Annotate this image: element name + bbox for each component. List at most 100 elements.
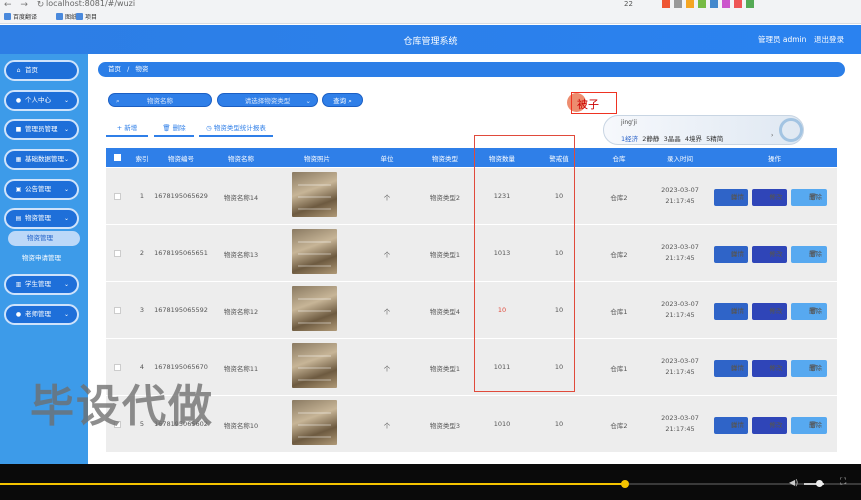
add-button[interactable]: + 新增 (106, 122, 148, 137)
detail-button[interactable]: ▤ 详情 (714, 360, 748, 377)
volume-icon[interactable]: ◀) (789, 478, 798, 487)
admin-label: 管理员 admin (758, 35, 807, 44)
sidebar-item-materials[interactable]: ▤ 物资管理 ⌄ (4, 208, 79, 229)
edit-button[interactable]: ✎ 修改 (752, 417, 787, 434)
table-row[interactable]: 5 1678195065602 物资名称10 个物资类型3 1010 10 仓库2 2023-… (106, 396, 837, 453)
search-input[interactable]: ⌕ 物资名称 (108, 93, 212, 107)
col-header: 操作 (768, 155, 781, 163)
ime-candidate[interactable]: 3晶晶 (664, 135, 681, 143)
bookmark-item[interactable]: 百度翻译 (4, 12, 37, 21)
cell-type: 物资类型1 (429, 365, 461, 373)
fullscreen-icon[interactable]: ⛶ (840, 477, 846, 487)
cell-name: 物资名称14 (223, 194, 259, 202)
cell-name: 物资名称13 (223, 251, 259, 259)
logout-link[interactable]: 退出登录 (814, 34, 844, 45)
detail-button[interactable]: ▤ 详情 (714, 189, 748, 206)
ime-candidate[interactable]: 4境界 (685, 135, 702, 143)
sidebar-item-home[interactable]: ⌂ 首页 (4, 60, 79, 81)
cell-name: 物资名称10 (223, 422, 259, 430)
row-checkbox[interactable] (114, 250, 121, 257)
extension-icon[interactable] (722, 0, 730, 8)
cell-index: 2 (139, 249, 145, 257)
zoom-indicator[interactable]: 22 (624, 0, 633, 8)
cell-time: 2023-03-07 21:17:45 (661, 300, 699, 319)
bookmark-icon (76, 13, 83, 20)
sidebar-item-profile[interactable]: ● 个人中心 ⌄ (4, 90, 79, 111)
delete-button[interactable]: 🗑 删除 (791, 189, 827, 206)
sidebar-item-basedata[interactable]: ▦ 基础数据管理 ⌄ (4, 149, 79, 170)
col-header: 录入时间 (667, 155, 693, 163)
stats-report-button[interactable]: ◷ 物资类型统计报表 (199, 122, 273, 137)
cell-warehouse: 仓库2 (610, 422, 628, 430)
browser-nav-icons[interactable]: ← → ↻ (4, 0, 47, 10)
student-icon: ▥ (15, 281, 22, 288)
col-header: 单位 (380, 155, 394, 163)
delete-button[interactable]: 🗑 删除 (791, 417, 827, 434)
delete-selected-button[interactable]: 🗑 删除 (154, 122, 194, 137)
sidebar-item-students[interactable]: ▥ 学生管理 ⌄ (4, 274, 79, 295)
cell-qty: 1010 (493, 420, 511, 428)
cell-time: 2023-03-07 21:17:45 (661, 186, 699, 205)
address-bar[interactable]: localhost:8081/#/wuzi (46, 0, 135, 8)
ime-candidate[interactable]: 5精简 (706, 135, 723, 143)
delete-button[interactable]: 🗑 删除 (791, 360, 827, 377)
teacher-icon: ● (15, 311, 22, 318)
ime-skin-ornament-icon (779, 118, 803, 142)
extension-icon[interactable] (710, 0, 718, 8)
table-row[interactable]: 1 1678195065629 物资名称14 个物资类型2 1231 10 仓库2 2023-… (106, 168, 837, 225)
sidebar-subitem-applications[interactable]: 物资申请管理 (8, 252, 80, 264)
cell-warehouse: 仓库1 (610, 308, 628, 316)
table-row[interactable]: 2 1678195065651 物资名称13 个物资类型1 1013 10 仓库2 2023-… (106, 225, 837, 282)
seek-progress (0, 483, 626, 485)
delete-button[interactable]: 🗑 删除 (791, 246, 827, 263)
seek-handle[interactable] (621, 480, 630, 488)
sidebar-subitem-materials[interactable]: 物资管理 (8, 231, 80, 246)
ime-candidates: 1经济 2静静 3晶晶 4境界 5精简 (621, 133, 723, 143)
extension-icon[interactable] (698, 0, 706, 8)
detail-button[interactable]: ▤ 详情 (714, 303, 748, 320)
extension-icon[interactable] (662, 0, 670, 8)
detail-button[interactable]: ▤ 详情 (714, 417, 748, 434)
cell-type: 物资类型4 (429, 308, 461, 316)
home-icon: ⌂ (16, 67, 21, 74)
bookmark-item[interactable]: 项目 (76, 12, 97, 21)
cell-unit: 个 (383, 422, 391, 430)
breadcrumb-home[interactable]: 首页 (108, 65, 121, 73)
chevron-down-icon: ⌄ (63, 281, 69, 288)
bookmark-item[interactable]: 图纸 (56, 12, 77, 21)
sidebar-item-notices[interactable]: ▣ 公告管理 ⌄ (4, 179, 79, 200)
sidebar-item-teachers[interactable]: ● 老师管理 ⌄ (4, 304, 79, 325)
select-all-checkbox[interactable] (114, 154, 121, 161)
cell-time: 2023-03-07 21:17:45 (661, 414, 699, 433)
edit-button[interactable]: ✎ 修改 (752, 303, 787, 320)
extension-icon[interactable] (734, 0, 742, 8)
cell-type: 物资类型1 (429, 251, 461, 259)
row-checkbox[interactable] (114, 307, 121, 314)
extension-icon[interactable] (686, 0, 694, 8)
detail-button[interactable]: ▤ 详情 (714, 246, 748, 263)
chevron-down-icon: ⌄ (63, 126, 69, 133)
ime-candidate[interactable]: 1经济 (621, 135, 638, 143)
sidebar-item-admins[interactable]: ■ 管理员管理 ⌄ (4, 119, 79, 140)
cell-name: 物资名称12 (223, 308, 259, 316)
cell-time: 2023-03-07 21:17:45 (661, 357, 699, 376)
edit-button[interactable]: ✎ 修改 (752, 246, 787, 263)
app-title: 仓库管理系统 (403, 37, 458, 47)
box-icon: ▤ (15, 215, 22, 222)
delete-button[interactable]: 🗑 删除 (791, 303, 827, 320)
extension-icon[interactable] (746, 0, 754, 8)
volume-handle[interactable] (816, 480, 823, 487)
query-button[interactable]: 查询 ⌕ (322, 93, 363, 107)
ime-candidate[interactable]: 2静静 (642, 135, 659, 143)
cell-warehouse: 仓库1 (610, 365, 628, 373)
material-photo (292, 343, 337, 388)
ime-next-page-icon[interactable]: › (771, 132, 773, 139)
extension-icon[interactable] (674, 0, 682, 8)
edit-button[interactable]: ✎ 修改 (752, 189, 787, 206)
type-select[interactable]: 请选择物资类型 ⌄ (217, 93, 318, 107)
table-row[interactable]: 4 1678195065670 物资名称11 个物资类型1 1011 10 仓库1 2023-… (106, 339, 837, 396)
edit-button[interactable]: ✎ 修改 (752, 360, 787, 377)
cell-type: 物资类型2 (429, 194, 461, 202)
table-row[interactable]: 3 1678195065592 物资名称12 个物资类型4 10 10 仓库1 2023-03… (106, 282, 837, 339)
row-checkbox[interactable] (114, 193, 121, 200)
